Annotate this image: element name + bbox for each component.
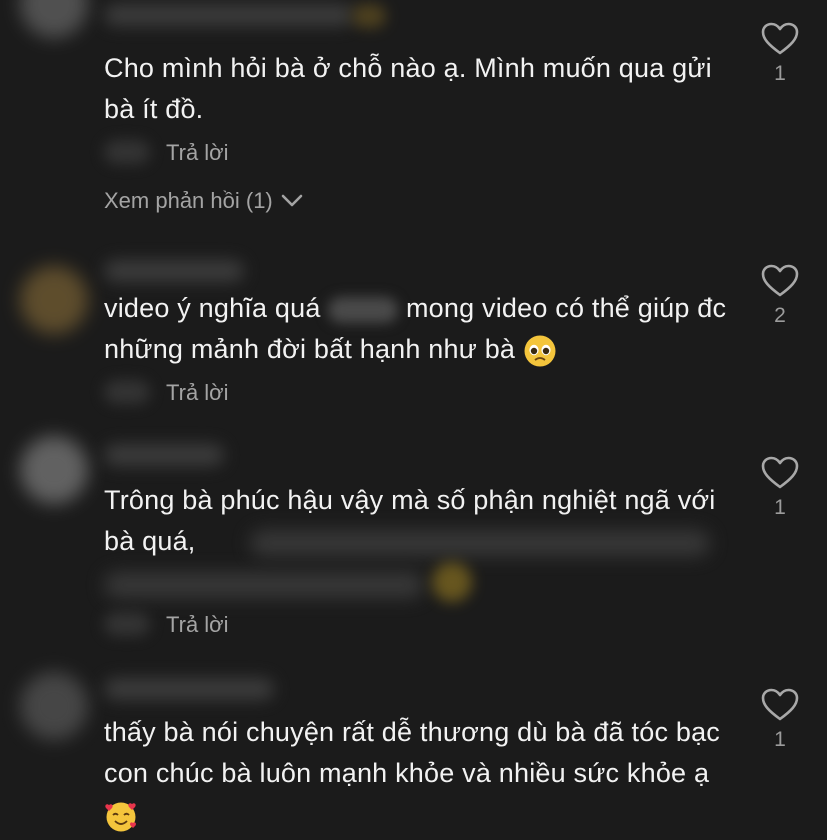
- timestamp-blurred: [104, 140, 150, 164]
- avatar[interactable]: [20, 0, 88, 38]
- comment-item: Cho mình hỏi bà ở chỗ nào ạ. Mình muốn q…: [0, 0, 827, 240]
- like-count: 2: [774, 304, 786, 327]
- like-button[interactable]: 1: [760, 456, 800, 520]
- like-count: 1: [774, 728, 786, 751]
- like-button[interactable]: 2: [760, 264, 800, 328]
- timestamp-blurred: [104, 380, 150, 404]
- comment-item: thấy bà nói chuyện rất dễ thương dù bà đ…: [0, 670, 827, 840]
- smiling-face-with-hearts-emoji: [105, 802, 136, 832]
- view-replies-label: Xem phản hồi (1): [104, 188, 273, 213]
- like-count: 1: [774, 496, 786, 519]
- like-count: 1: [774, 62, 786, 85]
- emoji-blurred: [328, 296, 399, 323]
- comment-item: Trông bà phúc hậu vậy mà số phận nghiệt …: [0, 420, 827, 670]
- view-replies-button[interactable]: Xem phản hồi (1): [104, 188, 303, 214]
- comment-text: video ý nghĩa quá mong video có thể giúp…: [104, 288, 734, 370]
- avatar[interactable]: [20, 436, 88, 504]
- reply-button[interactable]: Trả lời: [166, 380, 229, 406]
- username-blurred[interactable]: [104, 678, 274, 700]
- like-button[interactable]: 1: [760, 688, 800, 752]
- pleading-face-emoji: [524, 335, 556, 367]
- comment-text: Cho mình hỏi bà ở chỗ nào ạ. Mình muốn q…: [104, 53, 712, 124]
- heart-outline-icon: [761, 688, 799, 721]
- emoji-blurred: [352, 4, 386, 28]
- comment-text-blurred: [250, 530, 710, 556]
- avatar[interactable]: [20, 266, 88, 334]
- username-blurred[interactable]: [104, 260, 244, 282]
- avatar[interactable]: [20, 672, 88, 740]
- reply-button[interactable]: Trả lời: [166, 612, 229, 638]
- heart-outline-icon: [761, 264, 799, 297]
- comment-text-part1: video ý nghĩa quá: [104, 293, 321, 323]
- reply-button[interactable]: Trả lời: [166, 140, 229, 166]
- heart-outline-icon: [761, 456, 799, 489]
- timestamp-blurred: [104, 612, 150, 636]
- emoji-blurred: [432, 562, 472, 602]
- like-button[interactable]: 1: [760, 22, 800, 86]
- comment-item: video ý nghĩa quá mong video có thể giúp…: [0, 240, 827, 420]
- comment-text-body: thấy bà nói chuyện rất dễ thương dù bà đ…: [104, 717, 720, 788]
- comment-text: thấy bà nói chuyện rất dễ thương dù bà đ…: [104, 712, 734, 835]
- username-blurred[interactable]: [104, 4, 354, 26]
- chevron-down-icon: [281, 194, 303, 207]
- heart-outline-icon: [761, 22, 799, 55]
- username-blurred[interactable]: [104, 444, 224, 466]
- comment-text-blurred: [104, 572, 424, 598]
